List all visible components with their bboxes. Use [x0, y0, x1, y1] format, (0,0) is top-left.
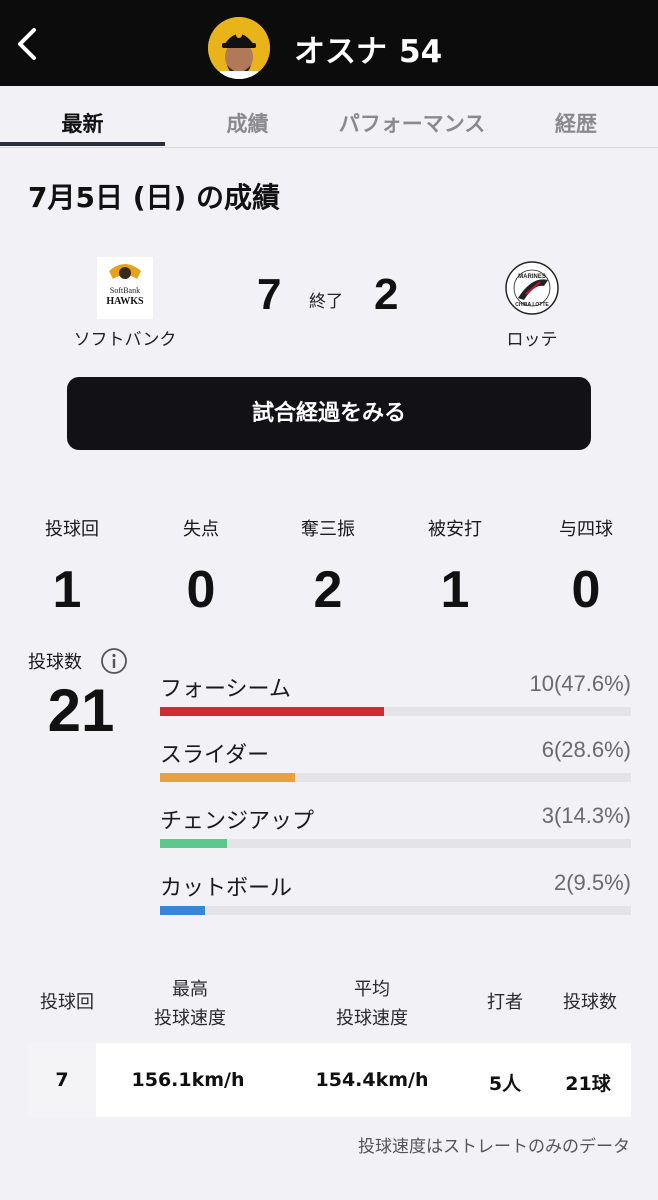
active-tab-indicator [0, 142, 165, 146]
stat-label-strikeouts: 奪三振 [301, 519, 355, 540]
pitch-type-count: 6(28.6%) [541, 737, 631, 762]
stat-label-walks: 与四球 [559, 519, 613, 540]
table-cell-innings: 7 [55, 1069, 69, 1091]
pitch-type-bar-fill [160, 906, 205, 915]
pitch-type-bar [160, 906, 631, 915]
table-header-avg-speed: 平均 投球速度 [336, 979, 408, 1029]
pitch-type-bar-fill [160, 773, 295, 782]
table-cell-pitches: 21球 [565, 1073, 611, 1095]
tab-stats[interactable]: 成績 [165, 86, 330, 148]
pitch-type-count: 10(47.6%) [529, 671, 631, 696]
player-name-title: オスナ 54 [294, 26, 442, 71]
svg-text:MARINES: MARINES [518, 274, 546, 280]
tab-latest[interactable]: 最新 [0, 86, 165, 148]
stat-value-hits: 1 [440, 561, 470, 619]
back-button[interactable] [10, 22, 46, 66]
stat-label-innings: 投球回 [45, 519, 99, 540]
top-bar: オスナ 54 [0, 0, 658, 86]
pitch-type-row: フォーシーム 10(47.6%) [160, 671, 631, 731]
home-team-name: ソフトバンク [73, 330, 177, 350]
player-number: 54 [399, 34, 443, 70]
pitch-type-row: カットボール 2(9.5%) [160, 870, 631, 930]
game-status: 終了 [309, 292, 343, 312]
info-circle-icon[interactable] [100, 647, 128, 675]
pitch-type-name: カットボール [160, 876, 293, 901]
stat-value-walks: 0 [571, 561, 601, 619]
pitch-count-value: 21 [47, 677, 115, 744]
svg-text:CHIBA LOTTE: CHIBA LOTTE [515, 302, 549, 308]
pitch-type-bar [160, 773, 631, 782]
table-header-innings: 投球回 [40, 992, 94, 1013]
tab-career[interactable]: 経歴 [494, 86, 658, 148]
stat-value-innings: 1 [52, 561, 82, 619]
table-header-pitches: 投球数 [563, 992, 617, 1013]
svg-text:SoftBank: SoftBank [110, 286, 140, 295]
away-score: 2 [374, 270, 399, 319]
pitch-type-bar-fill [160, 707, 384, 716]
table-cell-batters: 5人 [488, 1073, 522, 1095]
stat-label-runs: 失点 [183, 519, 219, 540]
player-name: オスナ [294, 34, 387, 70]
tab-performance[interactable]: パフォーマンス [330, 86, 494, 148]
stat-value-strikeouts: 2 [313, 561, 343, 619]
table-cell-max-speed: 156.1km/h [131, 1069, 245, 1091]
svg-text:HAWKS: HAWKS [106, 296, 144, 307]
pitch-count-label: 投球数 [28, 652, 82, 673]
pitch-type-row: スライダー 6(28.6%) [160, 737, 631, 797]
pitch-type-row: チェンジアップ 3(14.3%) [160, 803, 631, 863]
pitch-type-count: 3(14.3%) [541, 803, 631, 828]
marines-logo: MARINES CHIBA LOTTE [504, 258, 560, 320]
pitch-type-bar-fill [160, 839, 227, 848]
table-header-batters: 打者 [487, 992, 523, 1013]
pitch-type-count: 2(9.5%) [553, 870, 631, 895]
pitch-type-name: チェンジアップ [160, 809, 315, 834]
tab-bar: 最新 成績 パフォーマンス 経歴 [0, 86, 658, 148]
view-game-progress-button[interactable]: 試合経過をみる [67, 377, 591, 450]
player-avatar [208, 17, 270, 79]
home-score: 7 [257, 270, 282, 319]
pitch-type-bar [160, 707, 631, 716]
table-cell-avg-speed: 154.4km/h [315, 1069, 429, 1091]
speed-note: 投球速度はストレートのみのデータ [358, 1137, 630, 1157]
away-team-name: ロッテ [506, 330, 558, 350]
chevron-left-icon [18, 28, 36, 60]
date-title: 7月5日 (日) の成績 [28, 181, 281, 214]
pitch-type-name: スライダー [160, 743, 270, 768]
stat-value-runs: 0 [186, 561, 216, 619]
table-header-max-speed: 最高 投球速度 [154, 979, 226, 1029]
hawks-logo: SoftBank HAWKS [97, 257, 153, 319]
pitch-type-bar [160, 839, 631, 848]
pitch-type-name: フォーシーム [160, 677, 291, 702]
stat-label-hits: 被安打 [428, 519, 482, 540]
